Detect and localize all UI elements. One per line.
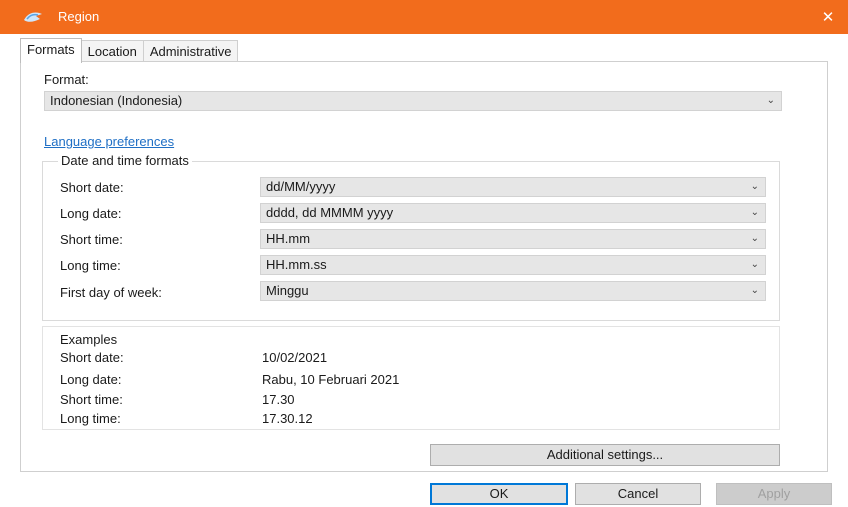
example-long-date-value: Rabu, 10 Februari 2021 [262, 372, 400, 387]
long-date-value: dddd, dd MMMM yyyy [266, 205, 394, 220]
long-date-select[interactable]: dddd, dd MMMM yyyy ⌄ [260, 203, 766, 223]
additional-settings-button[interactable]: Additional settings... [430, 444, 780, 466]
example-long-time-label: Long time: [60, 411, 121, 426]
short-time-value: HH.mm [266, 231, 311, 246]
cancel-button[interactable]: Cancel [575, 483, 701, 505]
long-time-value: HH.mm.ss [266, 257, 327, 272]
example-long-date-label: Long date: [60, 372, 122, 387]
tab-strip: Formats Location Administrative [20, 38, 239, 63]
close-icon: ✕ [821, 9, 835, 26]
first-day-of-week-value: Minggu [266, 283, 309, 298]
language-preferences-link[interactable]: Language preferences [44, 134, 174, 149]
short-time-label: Short time: [60, 232, 123, 247]
chevron-down-icon: ⌄ [750, 285, 759, 296]
title-bar: Region ✕ [0, 0, 848, 34]
long-time-label: Long time: [60, 258, 121, 273]
region-globe-icon [24, 12, 42, 22]
tab-formats[interactable]: Formats [20, 38, 82, 63]
short-time-select[interactable]: HH.mm ⌄ [260, 229, 766, 249]
short-date-value: dd/MM/yyyy [266, 179, 336, 194]
tab-administrative[interactable]: Administrative [142, 40, 239, 63]
chevron-down-icon: ⌄ [750, 259, 759, 270]
date-time-formats-title: Date and time formats [58, 153, 192, 168]
example-short-time-label: Short time: [60, 392, 123, 407]
chevron-down-icon: ⌄ [750, 207, 759, 218]
long-date-label: Long date: [60, 206, 122, 221]
apply-button[interactable]: Apply [716, 483, 832, 505]
tab-location[interactable]: Location [80, 40, 144, 63]
window-title: Region [58, 9, 100, 24]
examples-box [42, 326, 780, 430]
short-date-select[interactable]: dd/MM/yyyy ⌄ [260, 177, 766, 197]
example-short-time-value: 17.30 [262, 392, 295, 407]
long-time-select[interactable]: HH.mm.ss ⌄ [260, 255, 766, 275]
example-short-date-value: 10/02/2021 [262, 350, 328, 365]
example-short-date-label: Short date: [60, 350, 124, 365]
example-long-time-value: 17.30.12 [262, 411, 313, 426]
first-day-of-week-label: First day of week: [60, 285, 162, 300]
format-select[interactable]: Indonesian (Indonesia) ⌄ [44, 91, 782, 111]
short-date-label: Short date: [60, 180, 124, 195]
first-day-of-week-select[interactable]: Minggu ⌄ [260, 281, 766, 301]
examples-title: Examples [60, 332, 118, 347]
format-select-value: Indonesian (Indonesia) [50, 93, 183, 108]
close-button[interactable]: ✕ [812, 4, 844, 30]
format-label: Format: [44, 72, 89, 87]
ok-button[interactable]: OK [430, 483, 568, 505]
chevron-down-icon: ⌄ [750, 181, 759, 192]
chevron-down-icon: ⌄ [750, 233, 759, 244]
chevron-down-icon: ⌄ [766, 95, 775, 106]
